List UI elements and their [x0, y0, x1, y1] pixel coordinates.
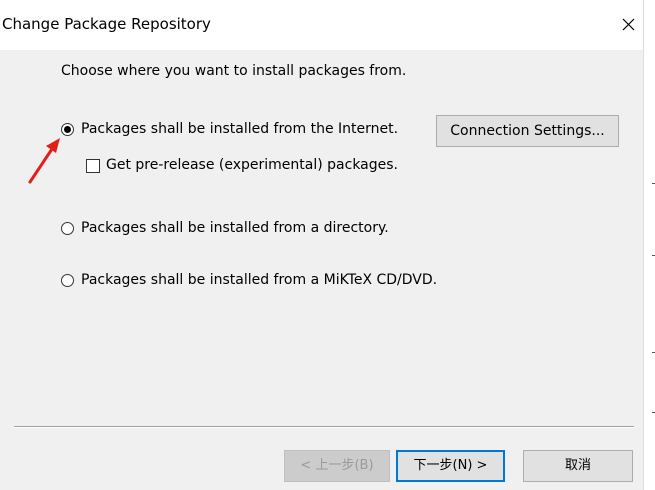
next-button[interactable]: 下一步(N) >	[396, 450, 505, 482]
radio-label-internet: Packages shall be installed from the Int…	[81, 121, 399, 137]
connection-settings-button[interactable]: Connection Settings...	[436, 115, 619, 147]
prerelease-label: Get pre-release (experimental) packages.	[106, 157, 399, 173]
close-icon	[622, 18, 635, 31]
radio-button-internet[interactable]	[61, 123, 74, 136]
radio-label-directory: Packages shall be installed from a direc…	[81, 220, 389, 236]
radio-button-directory[interactable]	[61, 222, 74, 235]
radio-label-cd-dvd: Packages shall be installed from a MiKTe…	[81, 272, 438, 288]
cancel-button[interactable]: 取消	[523, 450, 633, 482]
prerelease-checkbox[interactable]	[86, 159, 100, 173]
separator	[14, 426, 634, 428]
change-package-repository-dialog: Change Package Repository Choose where y…	[0, 0, 644, 490]
title-bar: Change Package Repository	[0, 0, 643, 50]
close-button[interactable]	[614, 12, 642, 38]
radio-button-cd-dvd[interactable]	[61, 274, 74, 287]
instruction-text: Choose where you want to install package…	[61, 63, 407, 79]
red-arrow-icon	[28, 138, 60, 184]
back-button[interactable]: < 上一步(B)	[284, 450, 390, 482]
window-title: Change Package Repository	[2, 15, 211, 33]
background-window-edge	[644, 0, 655, 490]
